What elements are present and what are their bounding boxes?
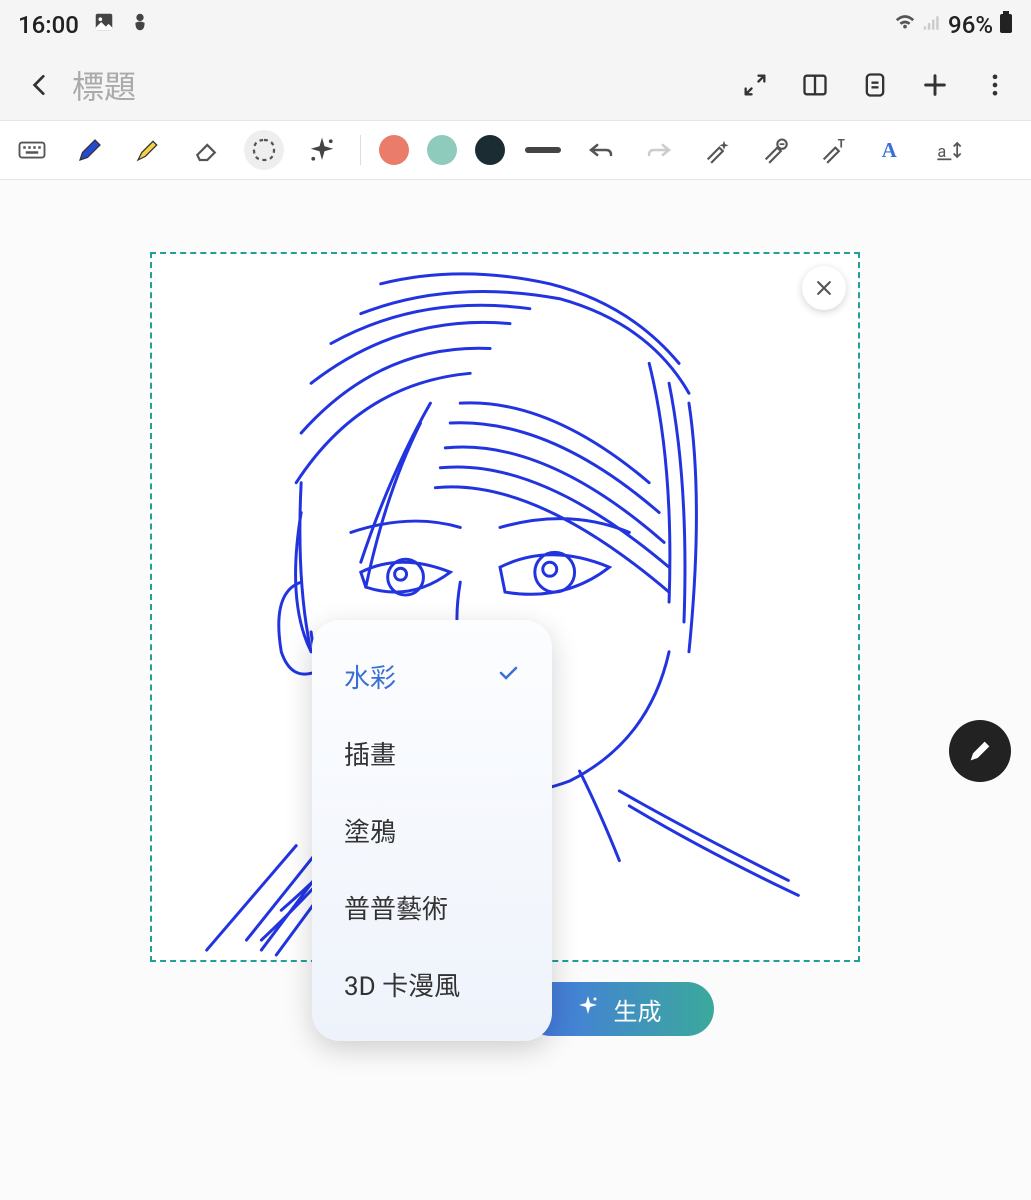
generate-button[interactable]: 生成	[524, 982, 714, 1036]
ai-sparkle-tool[interactable]	[302, 130, 342, 170]
dropdown-item-watercolor[interactable]: 水彩	[312, 638, 552, 715]
text-size-tool[interactable]: a	[929, 130, 969, 170]
style-dropdown: 水彩 插畫 塗鴉 普普藝術 3D 卡漫風	[312, 620, 552, 1041]
page-icon[interactable]	[859, 69, 891, 101]
drawing-toolbar: T A a	[0, 120, 1031, 180]
dropdown-item-popart[interactable]: 普普藝術	[312, 869, 552, 946]
font-style-tool[interactable]: A	[871, 130, 911, 170]
dropdown-label: 3D 卡漫風	[344, 966, 460, 1003]
dropdown-item-illustration[interactable]: 插畫	[312, 715, 552, 792]
dropdown-label: 普普藝術	[344, 889, 448, 926]
pen-sparkle-tool[interactable]	[697, 130, 737, 170]
color-dark[interactable]	[475, 135, 505, 165]
svg-text:A: A	[882, 138, 898, 162]
app-header: 標題	[0, 50, 1031, 120]
redo-button[interactable]	[639, 130, 679, 170]
edit-fab[interactable]	[949, 720, 1011, 782]
status-time: 16:00	[18, 11, 79, 39]
check-icon	[496, 661, 520, 692]
add-button[interactable]	[919, 69, 951, 101]
dropdown-label: 插畫	[344, 735, 396, 772]
battery-icon	[999, 11, 1013, 39]
status-right: 96%	[894, 11, 1013, 39]
stroke-thickness[interactable]	[523, 130, 563, 170]
highlighter-tool[interactable]	[128, 130, 168, 170]
status-left: 16:00	[18, 11, 151, 39]
dropdown-label: 水彩	[344, 658, 396, 695]
canvas-area[interactable]: 水彩 插畫 塗鴉 普普藝術 3D 卡漫風 水彩 生	[0, 180, 1031, 1200]
undo-button[interactable]	[581, 130, 621, 170]
generate-label: 生成	[614, 992, 662, 1027]
dropdown-item-graffiti[interactable]: 塗鴉	[312, 792, 552, 869]
color-coral[interactable]	[379, 135, 409, 165]
close-selection-button[interactable]	[802, 266, 846, 310]
dropdown-item-3dcartoon[interactable]: 3D 卡漫風	[312, 946, 552, 1023]
expand-icon[interactable]	[739, 69, 771, 101]
wifi-icon	[894, 11, 916, 39]
signal-icon	[922, 11, 942, 39]
gallery-icon	[93, 11, 115, 39]
lasso-tool[interactable]	[244, 130, 284, 170]
page-title[interactable]: 標題	[72, 62, 739, 108]
color-mint[interactable]	[427, 135, 457, 165]
battery-text: 96%	[948, 11, 993, 39]
svg-text:a: a	[937, 142, 946, 161]
status-bar: 16:00 96%	[0, 0, 1031, 50]
app-icon	[129, 11, 151, 39]
sparkle-icon	[576, 994, 600, 1024]
pen-text-tool[interactable]: T	[813, 130, 853, 170]
header-actions	[739, 69, 1011, 101]
dropdown-label: 塗鴉	[344, 812, 396, 849]
toolbar-divider	[360, 135, 361, 165]
pen-circle-tool[interactable]	[755, 130, 795, 170]
svg-text:T: T	[838, 137, 845, 151]
eraser-tool[interactable]	[186, 130, 226, 170]
more-menu-icon[interactable]	[979, 69, 1011, 101]
back-button[interactable]	[20, 65, 60, 105]
pen-tool[interactable]	[70, 130, 110, 170]
keyboard-tool[interactable]	[12, 130, 52, 170]
reading-mode-icon[interactable]	[799, 69, 831, 101]
